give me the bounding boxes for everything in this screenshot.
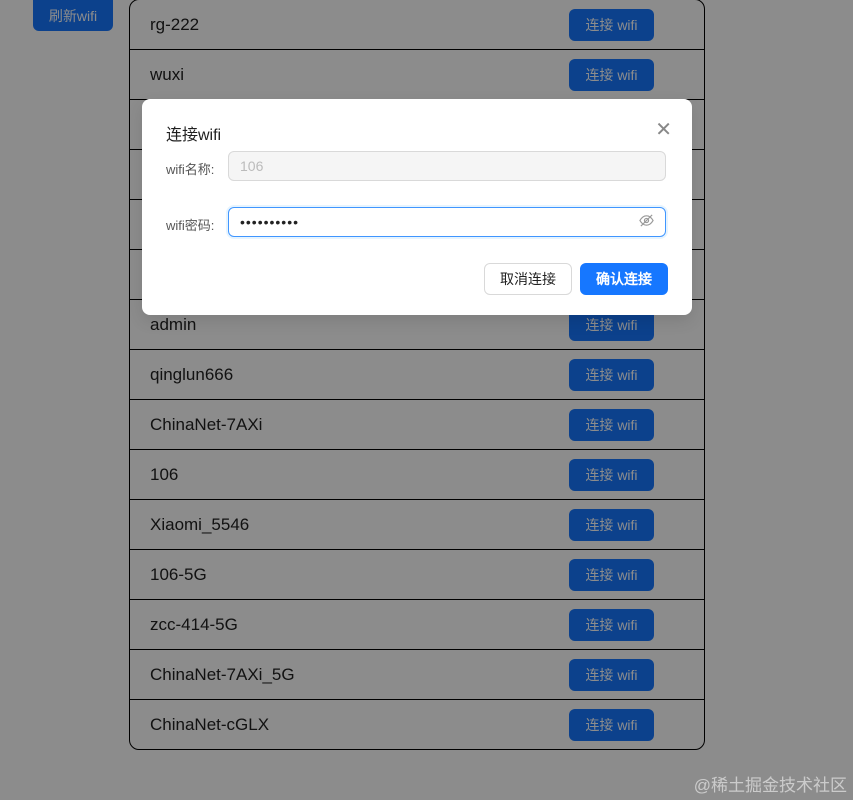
connect-wifi-dialog: 连接wifi ✕ wifi名称: 106 wifi密码: •••••••••• … [142, 99, 692, 315]
wifi-name-label: wifi名称: [166, 162, 215, 177]
wifi-name-input[interactable]: 106 [228, 151, 666, 181]
watermark: @稀土掘金技术社区 [693, 776, 847, 795]
confirm-connect-button[interactable]: 确认连接 [580, 263, 668, 295]
eye-invisible-icon[interactable] [639, 213, 654, 231]
close-icon[interactable]: ✕ [655, 117, 672, 142]
wifi-password-label: wifi密码: [166, 218, 215, 233]
cancel-connect-button[interactable]: 取消连接 [484, 263, 572, 295]
wifi-password-input[interactable]: •••••••••• [228, 207, 666, 237]
wifi-password-value: •••••••••• [240, 214, 300, 230]
dialog-title: 连接wifi [166, 127, 222, 144]
wifi-name-value: 106 [240, 158, 264, 174]
